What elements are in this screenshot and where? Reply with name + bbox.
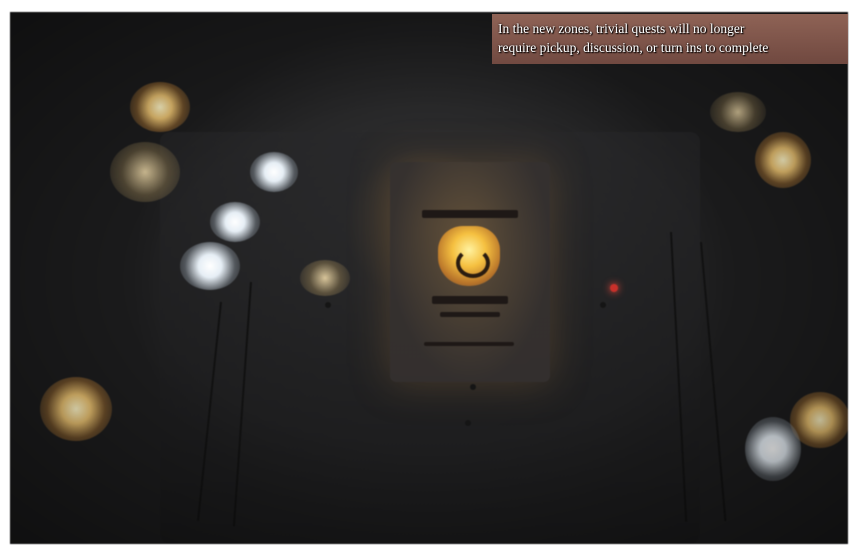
tip-text-line-2: require pickup, discussion, or turn ins … xyxy=(498,40,769,55)
lantern-light xyxy=(745,417,801,481)
flame-handle-shape xyxy=(456,248,490,278)
red-ember xyxy=(610,284,618,292)
lantern-light xyxy=(130,82,190,132)
shrine-flame-icon[interactable] xyxy=(438,226,500,286)
tip-notification: In the new zones, trivial quests will no… xyxy=(492,14,848,64)
lantern-light xyxy=(110,142,180,202)
debris-speck xyxy=(325,302,331,308)
shrine-step-bar xyxy=(424,342,514,346)
shrine-base-bar xyxy=(432,296,508,304)
lantern-light xyxy=(250,152,298,192)
game-screenshot: In the new zones, trivial quests will no… xyxy=(0,0,856,550)
tip-text-line-1: In the new zones, trivial quests will no… xyxy=(498,21,745,36)
game-viewport[interactable] xyxy=(10,12,848,544)
debris-speck xyxy=(470,384,476,390)
lantern-light xyxy=(210,202,260,242)
shrine-top-bar xyxy=(422,210,518,218)
hanging-rope xyxy=(700,241,727,522)
debris-speck xyxy=(465,420,471,426)
lantern-light xyxy=(710,92,766,132)
shrine-step-bar xyxy=(440,312,500,317)
debris-speck xyxy=(600,302,606,308)
lantern-light xyxy=(40,377,112,441)
lantern-light xyxy=(180,242,240,290)
lantern-light xyxy=(755,132,811,188)
lantern-light xyxy=(300,260,350,296)
